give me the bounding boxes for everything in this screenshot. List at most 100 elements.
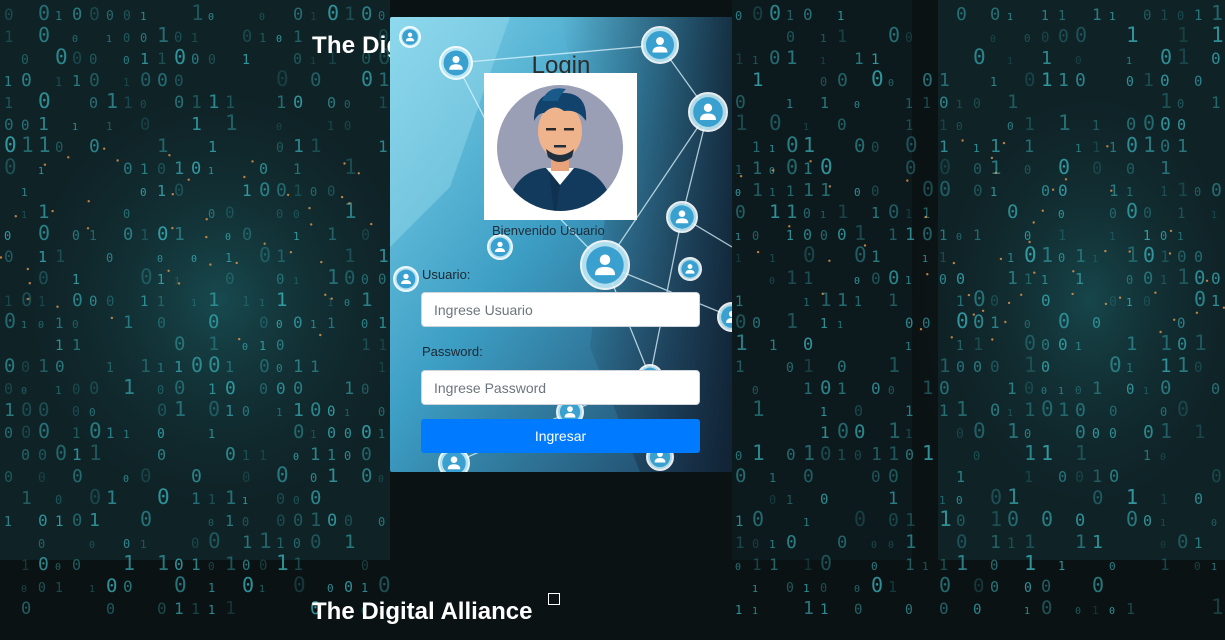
binary-digit: 0 bbox=[1126, 507, 1138, 531]
binary-digit: 0 bbox=[1177, 247, 1187, 266]
binary-digit: 0 bbox=[191, 52, 199, 68]
binary-digit: 1 bbox=[1041, 273, 1048, 287]
binary-digit: 0 bbox=[820, 581, 827, 595]
binary-digit: 1 bbox=[1211, 210, 1217, 221]
binary-digit: 0 bbox=[106, 575, 117, 597]
login-submit-button[interactable]: Ingresar bbox=[421, 419, 700, 453]
user-node-icon bbox=[393, 266, 419, 292]
light-dot bbox=[1169, 229, 1173, 233]
binary-digit: 1 bbox=[837, 27, 847, 47]
binary-digit: 1 bbox=[1058, 70, 1069, 91]
binary-digit: 0 bbox=[4, 229, 11, 243]
binary-digit: 1 bbox=[1007, 12, 1013, 23]
binary-digit: 1 bbox=[905, 404, 913, 420]
binary-digit: 1 bbox=[1092, 604, 1099, 617]
binary-digit: 1 bbox=[939, 556, 948, 574]
binary-digit: 0 bbox=[1109, 467, 1119, 487]
light-dot bbox=[348, 202, 351, 205]
light-dot bbox=[340, 195, 344, 199]
binary-digit: 1 bbox=[1109, 141, 1117, 156]
binary-digit: 1 bbox=[293, 555, 303, 575]
binary-digit: 1 bbox=[803, 296, 810, 309]
binary-digit: 0 bbox=[242, 573, 254, 597]
binary-digit: 1 bbox=[735, 163, 742, 177]
binary-digit: 1 bbox=[1024, 606, 1030, 617]
binary-digit: 1 bbox=[208, 333, 219, 355]
binary-digit: 0 bbox=[1024, 379, 1034, 399]
binary-digit: 0 bbox=[276, 362, 283, 375]
binary-digit: 0 bbox=[871, 67, 884, 91]
light-dot bbox=[1071, 292, 1074, 296]
binary-digit: 1 bbox=[1177, 353, 1189, 377]
binary-digit: 1 bbox=[769, 144, 775, 155]
binary-digit: 1 bbox=[1160, 158, 1171, 179]
binary-digit: 0 bbox=[89, 4, 100, 25]
binary-digit: 1 bbox=[344, 3, 355, 25]
light-dot bbox=[28, 282, 31, 285]
binary-digit: 1 bbox=[378, 336, 387, 354]
binary-digit: 1 bbox=[820, 56, 826, 67]
binary-digit: 0 bbox=[276, 338, 284, 354]
password-input[interactable] bbox=[421, 370, 700, 405]
binary-digit: 1 bbox=[293, 136, 304, 157]
binary-digit: 0 bbox=[871, 560, 878, 573]
binary-digit: 0 bbox=[38, 1, 50, 25]
binary-digit: 1 bbox=[259, 449, 267, 464]
binary-digit: 1 bbox=[1058, 9, 1066, 24]
binary-digit: 0 bbox=[327, 511, 337, 531]
binary-digit: 1 bbox=[956, 294, 964, 310]
binary-digit: 0 bbox=[973, 181, 983, 200]
binary-digit: 0 bbox=[38, 320, 44, 331]
binary-digit: 1 bbox=[293, 27, 303, 46]
light-dot bbox=[1032, 221, 1035, 224]
binary-digit: 1 bbox=[939, 228, 947, 244]
binary-digit: 1 bbox=[1143, 386, 1149, 397]
binary-digit: 0 bbox=[769, 1, 781, 25]
binary-digit: 0 bbox=[157, 70, 168, 91]
binary-digit: 1 bbox=[225, 512, 234, 530]
binary-digit: 1 bbox=[242, 449, 250, 464]
username-label: Usuario: bbox=[422, 267, 471, 282]
binary-digit: 0 bbox=[939, 378, 950, 399]
binary-digit: 1 bbox=[1024, 137, 1034, 157]
binary-digit: 0 bbox=[1058, 208, 1065, 221]
binary-digit: 1 bbox=[769, 471, 776, 485]
binary-digit: 1 bbox=[157, 182, 166, 200]
light-dot bbox=[43, 163, 47, 166]
binary-digit: 1 bbox=[803, 122, 809, 133]
binary-digit: 0 bbox=[922, 70, 933, 91]
binary-digit: 1 bbox=[752, 54, 759, 67]
binary-digit: 0 bbox=[157, 401, 167, 421]
binary-digit: 0 bbox=[106, 251, 113, 265]
light-dot bbox=[991, 338, 994, 341]
binary-digit: 1 bbox=[1211, 93, 1221, 112]
binary-digit: 1 bbox=[1160, 185, 1168, 200]
binary-digit: 0 bbox=[973, 160, 982, 178]
binary-digit: 0 bbox=[956, 511, 966, 530]
binary-digit: 1 bbox=[38, 133, 51, 157]
binary-digit: 1 bbox=[1007, 91, 1018, 113]
binary-digit: 0 bbox=[123, 207, 130, 221]
binary-digit: 1 bbox=[140, 226, 149, 244]
binary-digit: 0 bbox=[21, 446, 30, 464]
binary-digit: 0 bbox=[820, 551, 832, 575]
binary-digit: 1 bbox=[259, 339, 266, 353]
binary-digit: 0 bbox=[293, 494, 300, 507]
binary-digit: 0 bbox=[769, 493, 776, 507]
binary-digit: 1 bbox=[769, 186, 776, 199]
binary-digit: 1 bbox=[1126, 485, 1138, 509]
binary-digit: 0 bbox=[990, 5, 1000, 25]
light-dot bbox=[1128, 250, 1131, 253]
binary-digit: 0 bbox=[378, 272, 386, 288]
username-input[interactable] bbox=[421, 292, 700, 327]
binary-digit: 1 bbox=[905, 427, 912, 441]
binary-digit: 0 bbox=[174, 333, 185, 355]
binary-digit: 0 bbox=[1092, 573, 1104, 597]
light-dot bbox=[950, 336, 953, 339]
binary-digit: 1 bbox=[191, 1, 204, 25]
binary-digit: 0 bbox=[21, 289, 32, 311]
binary-digit: 0 bbox=[956, 494, 963, 507]
binary-digit: 0 bbox=[1109, 207, 1117, 222]
binary-digit: 0 bbox=[1160, 540, 1166, 551]
light-dot bbox=[235, 261, 238, 265]
